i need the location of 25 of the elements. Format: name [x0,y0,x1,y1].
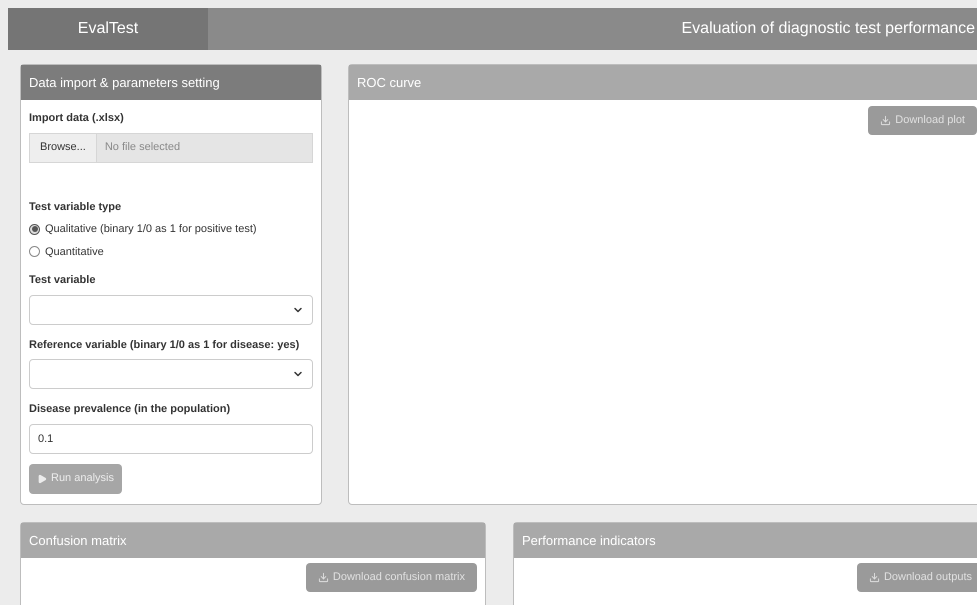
field-label: Test variable [29,273,96,288]
panel-header: Performance indicators [514,523,977,558]
browse-button[interactable]: Browse... [30,134,97,162]
field-label: Disease prevalence (in the population) [29,402,232,417]
radio-button[interactable] [29,246,40,258]
play-icon [37,474,47,484]
select-field[interactable] [29,294,313,324]
brand[interactable]: EvalTest [8,8,208,50]
select-field[interactable] [29,359,313,389]
file-field[interactable]: Browse... No file selected [29,132,313,162]
input-field[interactable]: 0.1 [29,424,313,454]
field-label: Test variable type [29,200,122,214]
panel-header: ROC curve [349,65,977,100]
field-label: Import data (.xlsx) [29,111,125,126]
app-title: Evaluation of diagnostic test performance [682,19,975,39]
file-name-placeholder: No file selected [104,140,182,156]
field-label: Reference variable (binary 1/0 as 1 for disease: yes) [29,338,300,352]
download-icon [318,572,329,583]
panel-header: Confusion matrix [21,523,485,558]
download-icon [868,572,880,583]
download-icon [880,115,892,126]
radio-button[interactable] [29,224,40,235]
radio-label: Quantitative [45,244,104,260]
panel-header: Data import & parameters setting [21,65,321,100]
radio-label: Qualitative (binary 1/0 as 1 for positive test) [45,222,257,237]
